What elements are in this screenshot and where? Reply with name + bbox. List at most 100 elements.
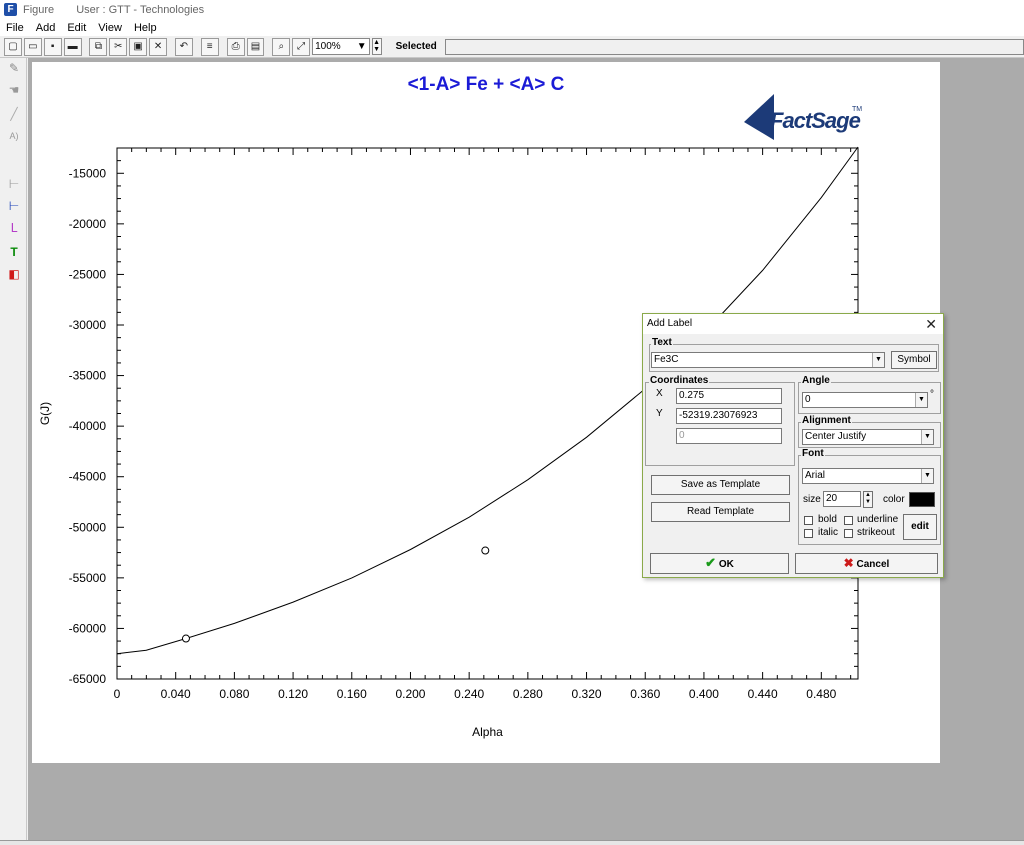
ok-label: OK bbox=[718, 559, 734, 570]
delete-icon[interactable]: ✕ bbox=[149, 37, 167, 56]
font-select[interactable]: Arial ▼ bbox=[802, 468, 934, 484]
line-icon[interactable]: ╱ bbox=[6, 106, 22, 122]
copy-icon[interactable]: ⧉ bbox=[89, 37, 108, 56]
menu-file[interactable]: File bbox=[6, 22, 24, 34]
selected-label: Selected bbox=[395, 41, 437, 52]
new-file-icon[interactable]: ▢ bbox=[4, 37, 22, 56]
save-template-button[interactable]: Save as Template bbox=[651, 475, 790, 495]
text-value: Fe3C bbox=[654, 354, 679, 365]
y-tick-label: -65000 bbox=[69, 672, 107, 686]
print-icon[interactable]: ⎙ bbox=[226, 37, 245, 56]
y-tick-label: -30000 bbox=[69, 318, 107, 332]
bold-label: bold bbox=[818, 514, 837, 525]
italic-checkbox[interactable] bbox=[804, 529, 813, 538]
ok-button[interactable]: ✔ OK bbox=[650, 553, 789, 574]
x-tick-label: 0.120 bbox=[278, 687, 308, 701]
chevron-down-icon[interactable]: ▼ bbox=[921, 469, 933, 483]
y-tick-label: -15000 bbox=[69, 166, 107, 180]
expand-icon[interactable]: ⤢ bbox=[292, 37, 311, 56]
cancel-button[interactable]: ✖ Cancel bbox=[795, 553, 938, 574]
data-point-marker[interactable] bbox=[481, 546, 490, 555]
menu-help[interactable]: Help bbox=[134, 22, 157, 34]
x-input[interactable]: 0.275 bbox=[676, 388, 782, 404]
x-tick-label: 0.160 bbox=[337, 687, 367, 701]
x-tick-label: 0.480 bbox=[806, 687, 836, 701]
dialog-title: Add Label bbox=[647, 318, 693, 329]
y-tick-label: -50000 bbox=[69, 520, 107, 534]
y-input[interactable]: -52319.23076923 bbox=[676, 408, 782, 424]
open-folder-icon[interactable]: ▭ bbox=[23, 37, 42, 56]
check-icon: ✔ bbox=[705, 555, 717, 570]
title-bar: F Figure User : GTT - Technologies bbox=[0, 0, 1024, 19]
size-input[interactable]: 20 bbox=[823, 491, 861, 507]
cut-icon[interactable]: ✂ bbox=[109, 37, 128, 56]
y-tick-label: -20000 bbox=[69, 217, 107, 231]
data-point-marker[interactable] bbox=[181, 634, 190, 643]
user-label: User : GTT - Technologies bbox=[76, 3, 205, 16]
save-icon[interactable]: ▪ bbox=[43, 37, 62, 56]
underline-checkbox[interactable] bbox=[844, 516, 853, 525]
bold-checkbox[interactable] bbox=[804, 516, 813, 525]
print-preview-icon[interactable]: ▤ bbox=[246, 37, 265, 56]
zoom-icon[interactable]: ⌕ bbox=[272, 37, 291, 56]
strikeout-checkbox[interactable] bbox=[844, 529, 853, 538]
add-label-dialog: Add Label ✕ Text Fe3C ▼ Symbol Coordinat… bbox=[642, 313, 944, 578]
edit-button[interactable]: edit bbox=[903, 514, 937, 540]
degree-symbol: ° bbox=[930, 389, 934, 400]
folder-icon[interactable]: ▬ bbox=[63, 37, 82, 56]
toolbar: ▢ ▭ ▪ ▬ ⧉ ✂ ▣ ✕ ↶ ≡ ⎙ ▤ ⌕ ⤢ 100% ▼ ▲ ▼ Sel… bbox=[0, 36, 1024, 58]
color-label: color bbox=[883, 494, 905, 505]
dialog-title-bar: Add Label ✕ bbox=[643, 314, 943, 334]
zoom-spinner[interactable]: ▲ ▼ bbox=[371, 38, 382, 55]
alignment-select[interactable]: Center Justify ▼ bbox=[802, 429, 934, 445]
fit-icon[interactable]: ≡ bbox=[200, 37, 219, 56]
text-icon[interactable]: T bbox=[6, 244, 22, 260]
close-icon[interactable]: ✕ bbox=[925, 316, 937, 332]
hand-icon[interactable]: ☚ bbox=[6, 82, 22, 98]
size-label: size bbox=[803, 494, 821, 505]
left-toolbar: ✎ ☚ ╱ A) ⊢ ⊢ ᒪ T ◧ bbox=[0, 58, 27, 840]
y-tick-label: -60000 bbox=[69, 621, 107, 635]
y-tick-label: -25000 bbox=[69, 267, 107, 281]
status-bar bbox=[0, 840, 1024, 845]
text-group-title: Text bbox=[651, 337, 673, 348]
menu-add[interactable]: Add bbox=[36, 22, 56, 34]
text-label-icon[interactable]: A) bbox=[6, 128, 22, 144]
read-template-button[interactable]: Read Template bbox=[651, 502, 790, 522]
zoom-value: 100% bbox=[315, 41, 341, 52]
y-axis-label: G(J) bbox=[38, 402, 52, 425]
paste-icon[interactable]: ▣ bbox=[129, 37, 148, 56]
chevron-down-icon[interactable]: ▼ bbox=[921, 430, 933, 444]
y-tick-label: -55000 bbox=[69, 571, 107, 585]
size-spinner[interactable]: ▲ ▼ bbox=[863, 491, 873, 508]
menu-bar: File Add Edit View Help bbox=[0, 19, 1024, 36]
app-icon: F bbox=[4, 3, 17, 16]
zoom-select[interactable]: 100% ▼ bbox=[312, 38, 370, 55]
font-group-title: Font bbox=[801, 448, 825, 459]
menu-view[interactable]: View bbox=[98, 22, 122, 34]
chevron-down-icon[interactable]: ▼ bbox=[872, 353, 884, 367]
chevron-down-icon[interactable]: ▼ bbox=[915, 393, 927, 407]
chevron-down-icon: ▼ bbox=[356, 41, 367, 52]
strikeout-label: strikeout bbox=[857, 527, 895, 538]
pen-icon[interactable]: ✎ bbox=[6, 60, 22, 76]
coordinates-group-title: Coordinates bbox=[649, 375, 710, 386]
text-input[interactable]: Fe3C ▼ bbox=[651, 352, 885, 368]
angle-select[interactable]: 0 ▼ bbox=[802, 392, 928, 408]
x-tick-label: 0.280 bbox=[513, 687, 543, 701]
curve-icon[interactable]: ᒪ bbox=[6, 220, 22, 236]
z-input[interactable]: 0 bbox=[676, 428, 782, 444]
color-swatch[interactable] bbox=[909, 492, 935, 507]
menu-edit[interactable]: Edit bbox=[67, 22, 86, 34]
undo-icon[interactable]: ↶ bbox=[174, 37, 193, 56]
x-tick-label: 0 bbox=[114, 687, 121, 701]
selected-field bbox=[444, 38, 1024, 55]
axis-icon[interactable]: ⊢ bbox=[6, 198, 22, 214]
window-title: Figure bbox=[23, 3, 55, 16]
symbol-button[interactable]: Symbol bbox=[891, 351, 937, 369]
shapes-icon[interactable]: ◧ bbox=[6, 266, 22, 282]
hline-icon[interactable]: ⊢ bbox=[6, 176, 22, 192]
x-tick-label: 0.400 bbox=[689, 687, 719, 701]
angle-value: 0 bbox=[805, 394, 811, 405]
cancel-label: Cancel bbox=[856, 559, 890, 570]
